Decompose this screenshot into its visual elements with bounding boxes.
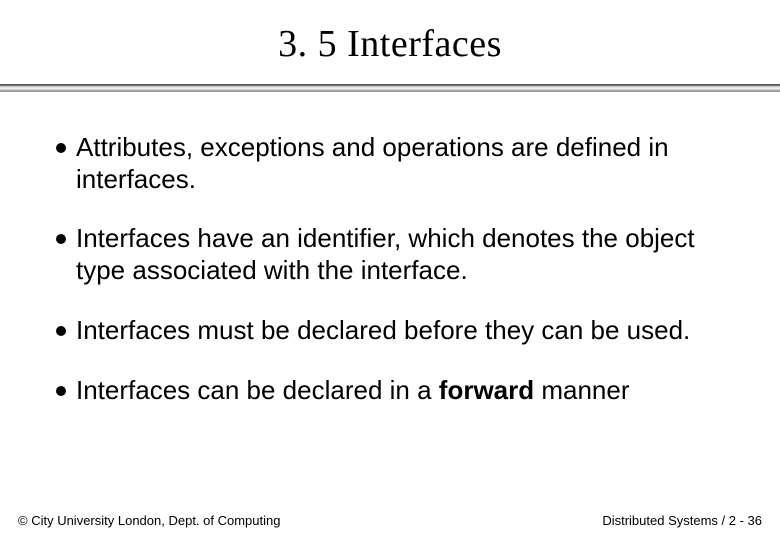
- bullet-text: Interfaces must be declared before they …: [76, 315, 690, 347]
- list-item: Interfaces have an identifier, which den…: [56, 223, 734, 286]
- title-area: 3. 5 Interfaces: [0, 0, 780, 66]
- footer-left: © City University London, Dept. of Compu…: [18, 513, 280, 528]
- bullet-text: Interfaces have an identifier, which den…: [76, 223, 734, 286]
- bullet-text-pre: Interfaces can be declared in a: [76, 375, 439, 405]
- bullet-icon: [56, 143, 66, 153]
- bullet-icon: [56, 234, 66, 244]
- list-item: Interfaces must be declared before they …: [56, 315, 734, 347]
- list-item: Interfaces can be declared in a forward …: [56, 375, 734, 407]
- horizontal-rule: [0, 84, 780, 92]
- bullet-text-bold: forward: [439, 375, 534, 405]
- list-item: Attributes, exceptions and operations ar…: [56, 132, 734, 195]
- slide-title: 3. 5 Interfaces: [0, 22, 780, 66]
- bullet-icon: [56, 386, 66, 396]
- slide: { "title": "3. 5 Interfaces", "bullets":…: [0, 0, 780, 540]
- bullet-icon: [56, 326, 66, 336]
- bullet-text: Attributes, exceptions and operations ar…: [76, 132, 734, 195]
- bullet-text: Interfaces can be declared in a forward …: [76, 375, 630, 407]
- slide-footer: © City University London, Dept. of Compu…: [0, 513, 780, 528]
- footer-right: Distributed Systems / 2 - 36: [602, 513, 762, 528]
- slide-body: Attributes, exceptions and operations ar…: [0, 92, 780, 406]
- bullet-text-post: manner: [534, 375, 629, 405]
